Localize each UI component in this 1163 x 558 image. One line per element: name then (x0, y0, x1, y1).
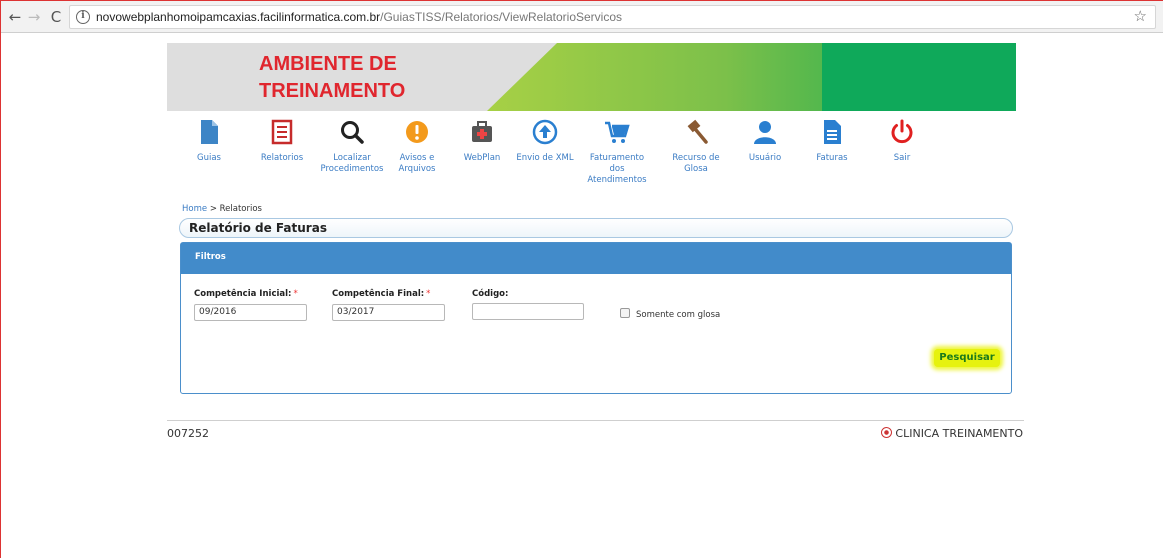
url-text: novowebplanhomoipamcaxias.facilinformati… (96, 10, 623, 24)
browser-toolbar: ← → C i novowebplanhomoipamcaxias.facili… (1, 1, 1163, 33)
menu-item-localizar-procedimentos[interactable]: Localizar Procedimentos (319, 119, 385, 175)
reload-icon[interactable]: C (46, 7, 66, 27)
filters-panel: Filtros Competência Inicial: * 09/2016 Co… (180, 242, 1012, 394)
bookmark-star-icon[interactable]: ☆ (1134, 7, 1147, 25)
alert-icon (406, 121, 428, 143)
search-icon (341, 121, 364, 144)
main-menu: Guias Relatorios Localizar Procedimentos… (176, 119, 916, 209)
forward-arrow-icon[interactable]: → (24, 7, 44, 27)
footer-clinic: CLINICA TREINAMENTO (881, 427, 1023, 440)
menu-item-webplan[interactable]: WebPlan (449, 119, 515, 164)
somente-glosa-checkbox[interactable] (620, 308, 630, 318)
breadcrumb-current: Relatorios (219, 204, 262, 214)
back-arrow-icon[interactable]: ← (5, 7, 25, 27)
codigo-label: Código: (472, 289, 509, 299)
user-icon (754, 121, 776, 144)
footer-code: 007252 (167, 427, 209, 440)
menu-item-relatorios[interactable]: Relatorios (249, 119, 315, 164)
filters-header: Filtros (181, 243, 1011, 274)
menu-item-faturas[interactable]: Faturas (799, 119, 865, 164)
power-icon (891, 119, 913, 144)
document-icon (201, 120, 218, 144)
pesquisar-button[interactable]: Pesquisar (934, 349, 1000, 367)
menu-item-sair[interactable]: Sair (869, 119, 935, 164)
menu-item-faturamento[interactable]: Faturamento dos Atendimentos (584, 119, 650, 186)
clinic-icon (881, 427, 893, 438)
menu-item-envio-xml[interactable]: Envio de XML (512, 119, 578, 164)
page-title-bar: Relatório de Faturas (179, 218, 1013, 238)
menu-item-guias[interactable]: Guias (176, 119, 242, 164)
menu-item-usuario[interactable]: Usuário (732, 119, 798, 164)
upload-icon (532, 119, 558, 145)
competencia-inicial-input[interactable]: 09/2016 (194, 304, 307, 321)
page-title: Relatório de Faturas (189, 221, 327, 235)
menu-item-recurso-glosa[interactable]: Recurso de Glosa (663, 119, 729, 175)
cart-icon (605, 121, 630, 143)
invoice-icon (824, 120, 841, 144)
footer-divider (167, 420, 1024, 421)
environment-title: AMBIENTE DE TREINAMENTO (259, 53, 406, 102)
menu-item-avisos-arquivos[interactable]: Avisos e Arquivos (384, 119, 450, 175)
breadcrumb-home-link[interactable]: Home (182, 204, 207, 214)
competencia-inicial-label: Competência Inicial: * (194, 289, 298, 299)
report-list-icon (271, 119, 293, 145)
banner-graphic-dark (822, 43, 1016, 111)
codigo-input[interactable] (472, 303, 584, 320)
breadcrumb: Home > Relatorios (182, 204, 262, 214)
address-bar[interactable]: i novowebplanhomoipamcaxias.facilinforma… (69, 5, 1156, 29)
breadcrumb-separator: > (209, 204, 217, 214)
header-banner: AMBIENTE DE TREINAMENTO (167, 43, 1016, 111)
competencia-final-input[interactable]: 03/2017 (332, 304, 445, 321)
gavel-icon (687, 119, 708, 144)
info-icon[interactable]: i (76, 10, 90, 24)
somente-glosa-label: Somente com glosa (636, 310, 721, 320)
medkit-icon (472, 121, 492, 142)
competencia-final-label: Competência Final: * (332, 289, 431, 299)
